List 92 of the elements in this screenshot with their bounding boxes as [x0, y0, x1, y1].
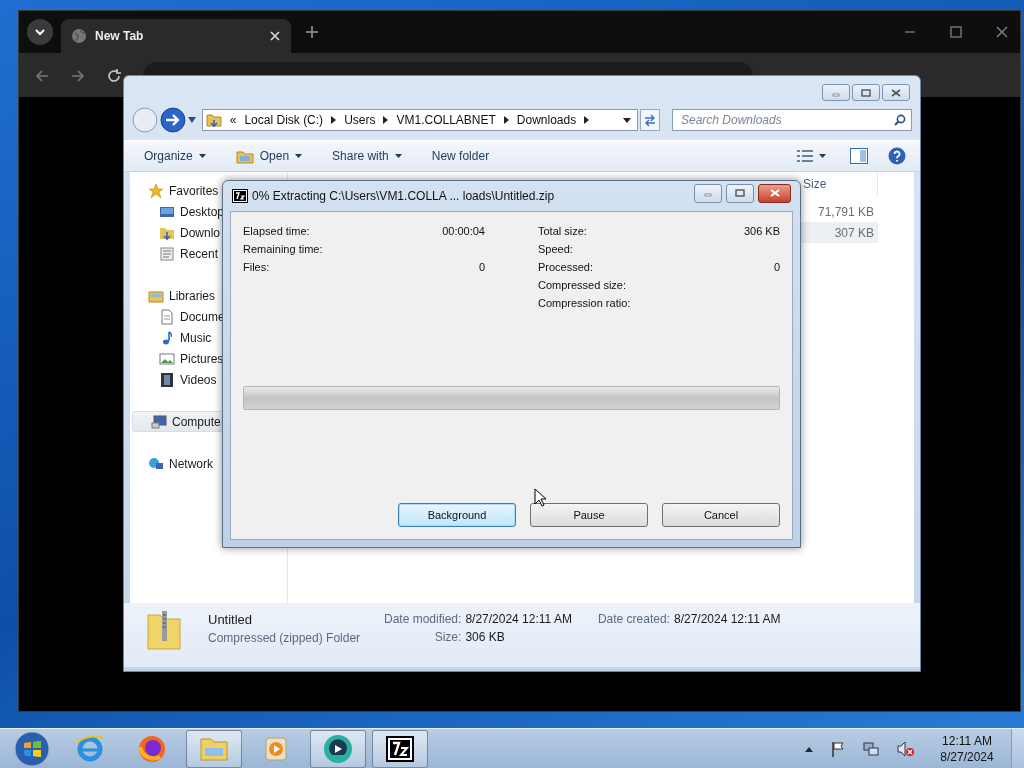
dialog-button[interactable]: Pause	[530, 503, 648, 527]
stat-label: Processed:	[538, 261, 594, 273]
address-bar[interactable]	[143, 62, 753, 76]
file-name: Untitled	[208, 612, 254, 627]
stat-label: Elapsed time:	[243, 225, 310, 237]
breadcrumb-item[interactable]: Local Disk (C:)	[244, 113, 324, 127]
dialog-button[interactable]: Background	[398, 503, 516, 527]
stat-label: Speed:	[538, 243, 573, 255]
videos-icon	[159, 371, 175, 388]
app-icon	[232, 189, 248, 203]
maximize-icon[interactable]	[950, 26, 962, 38]
detail-value: 8/27/2024 12:11 AM	[465, 612, 572, 626]
browser-tab[interactable]: New Tab	[61, 19, 291, 53]
detail-value: 8/27/2024 12:11 AM	[673, 612, 781, 626]
network-icon	[148, 455, 164, 472]
new-tab-icon[interactable]	[305, 25, 319, 39]
forward-button-icon[interactable]	[159, 107, 186, 133]
mouse-pointer-icon	[534, 488, 546, 507]
tray-expand-icon[interactable]	[805, 745, 813, 752]
search-icon	[894, 114, 906, 126]
chevron-icon[interactable]	[503, 116, 509, 124]
breadcrumb-item[interactable]: Users	[344, 113, 376, 127]
stat-label: Compression ratio:	[538, 297, 631, 309]
toolbar-button[interactable]: New folder	[425, 146, 496, 166]
open-icon	[235, 148, 254, 164]
help-icon[interactable]	[888, 147, 906, 165]
chevron-icon[interactable]	[383, 116, 389, 124]
close-button[interactable]	[758, 183, 791, 203]
stat-label: Total size:	[538, 225, 587, 237]
stat-value: 0	[773, 261, 780, 273]
chevron-icon[interactable]	[331, 116, 337, 124]
toolbar-button[interactable]: Organize	[138, 146, 212, 166]
pictures-icon	[159, 350, 175, 367]
close-button[interactable]	[882, 84, 910, 101]
speaker-muted-icon[interactable]	[897, 740, 915, 757]
history-caret-icon[interactable]	[187, 117, 196, 123]
flag-icon[interactable]	[831, 740, 845, 757]
zip-folder-icon	[146, 609, 182, 651]
close-icon	[891, 88, 901, 97]
taskbar-button[interactable]	[310, 729, 366, 768]
minimize-button[interactable]	[694, 183, 722, 203]
stat-label: Files:	[243, 261, 270, 273]
detail-label: Date modified:	[384, 612, 462, 626]
globe-icon	[71, 28, 87, 44]
breadcrumb-item[interactable]: VM1.COLLABNET	[396, 113, 496, 127]
taskbar-button[interactable]	[372, 729, 428, 768]
tab-search-icon[interactable]	[27, 19, 53, 45]
dialog-button[interactable]: Cancel	[662, 503, 780, 527]
detail-label: Date created:	[597, 612, 670, 626]
start-button-icon[interactable]	[14, 730, 50, 767]
file-type: Compressed (zipped) Folder	[208, 631, 358, 645]
file-row[interactable]: 307 KB	[798, 222, 878, 243]
chevron-icon[interactable]	[584, 116, 590, 124]
close-icon[interactable]	[996, 26, 1008, 38]
star-icon	[148, 182, 164, 199]
view-options-icon[interactable]	[797, 150, 813, 162]
maximize-icon	[861, 88, 871, 97]
reload-icon[interactable]	[107, 69, 121, 83]
dialog-title: 0% Extracting C:\Users\VM1.COLLA ... loads\Untitled.zip	[252, 189, 555, 203]
back-icon[interactable]	[35, 69, 49, 83]
refresh-icon[interactable]	[640, 109, 660, 131]
detail-label: Size:	[433, 630, 462, 644]
maximize-button[interactable]	[726, 183, 754, 203]
maximize-button[interactable]	[852, 84, 880, 101]
stat-value: 0	[478, 261, 485, 273]
toolbar-button[interactable]: Share with	[326, 146, 408, 166]
recent-icon	[159, 245, 175, 262]
play-orb-icon	[322, 732, 354, 765]
minimize-button[interactable]	[822, 84, 850, 101]
caret-icon[interactable]	[819, 154, 826, 158]
column-header[interactable]: Size	[797, 177, 827, 191]
detail-value: 306 KB	[465, 630, 506, 644]
folder-icon	[205, 112, 222, 128]
forward-icon[interactable]	[71, 69, 85, 83]
breadcrumb-item[interactable]: Downloads	[516, 113, 577, 127]
breadcrumb-item[interactable]: «	[229, 113, 237, 127]
documents-icon	[159, 308, 175, 325]
close-icon	[769, 189, 780, 197]
caret-icon[interactable]	[623, 117, 632, 123]
file-row[interactable]: 71,791 KB	[798, 201, 878, 222]
address-field[interactable]: « Local Disk (C:) Users VM1.COLLABNET Downloads	[201, 109, 639, 131]
search-field[interactable]: Search Downloads	[672, 109, 912, 131]
network-icon[interactable]	[863, 740, 879, 757]
stat-value: 00:00:04	[442, 225, 485, 237]
maximize-icon	[735, 189, 745, 197]
toolbar-button[interactable]: Open	[229, 145, 309, 167]
computer-icon	[151, 413, 167, 430]
clock[interactable]: 12:11 AM 8/27/2024	[935, 732, 999, 765]
stat-value: 306 KB	[743, 225, 780, 237]
stat-label: Remaining time:	[243, 243, 323, 255]
stat-label: Compressed size:	[538, 279, 627, 291]
preview-pane-icon[interactable]	[850, 148, 868, 164]
